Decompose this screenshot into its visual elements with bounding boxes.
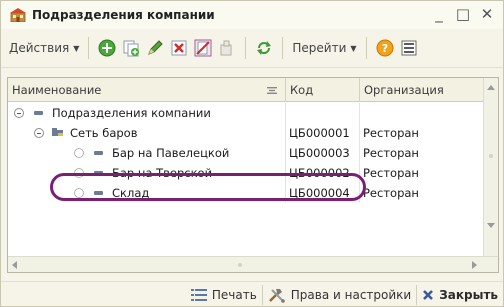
edit-icon[interactable] [145, 38, 165, 58]
mark-delete-icon[interactable] [193, 38, 213, 58]
row-name: Бар на Павелецкой [112, 146, 230, 160]
catalog-table[interactable]: Наименование Код Организация Подразделен… [7, 77, 499, 273]
settings-list-icon[interactable] [399, 38, 419, 58]
print-list-icon [190, 288, 207, 301]
table-row[interactable]: Бар на Павелецкой ЦБ000003 Ресторан [8, 143, 483, 163]
table-row[interactable]: Сеть баров ЦБ000001 Ресторан [8, 123, 483, 143]
row-name: Сеть баров [70, 126, 138, 140]
item-icon [94, 171, 103, 175]
column-header-name[interactable]: Наименование [8, 78, 286, 102]
svg-text:?: ? [381, 42, 387, 55]
vertical-scrollbar[interactable] [483, 78, 498, 258]
row-code [286, 103, 360, 123]
scroll-left-icon[interactable] [12, 261, 17, 269]
row-name: Подразделения компании [52, 106, 211, 120]
toolbar-divider [365, 37, 367, 59]
actions-menu-button[interactable]: Действия ▼ [6, 36, 82, 60]
row-code: ЦБ000001 [286, 123, 360, 143]
column-header-code[interactable]: Код [286, 78, 360, 102]
scroll-thumb-grip [489, 154, 493, 158]
title-bar: Подразделения компании _ □ ✕ [1, 1, 503, 29]
minimize-button[interactable]: _ [431, 5, 447, 23]
chevron-down-icon: ▼ [73, 43, 80, 53]
close-label: Закрыть [439, 287, 498, 302]
close-button[interactable]: Закрыть [417, 284, 503, 306]
catalog-icon [10, 8, 26, 22]
column-header-organization[interactable]: Организация [360, 78, 483, 102]
window-title: Подразделения компании [32, 8, 215, 22]
toolbar: Действия ▼ Перейти ▼ ? [1, 29, 503, 68]
rights-settings-button[interactable]: Права и настройки [263, 284, 416, 306]
close-icon [423, 289, 434, 300]
bottom-bar: Печать Права и настройки Закрыть [1, 281, 503, 307]
table-body: Подразделения компании Сеть баров ЦБ0000… [8, 103, 483, 203]
row-name: Бар на Тверской [112, 166, 213, 180]
row-code: ЦБ000002 [286, 163, 360, 183]
tools-icon [268, 288, 285, 303]
scroll-thumb-grip [238, 263, 242, 267]
row-org [360, 103, 483, 123]
sort-icon [267, 87, 277, 94]
row-name: Склад [112, 186, 150, 200]
delete-icon[interactable] [169, 38, 189, 58]
table-header: Наименование Код Организация [8, 78, 483, 102]
table-row[interactable]: Подразделения компании [8, 103, 483, 123]
close-window-button[interactable]: ✕ [479, 5, 495, 23]
scroll-up-icon[interactable] [487, 85, 495, 90]
row-org: Ресторан [363, 146, 419, 160]
leaf-marker-icon [74, 168, 84, 178]
collapse-icon[interactable] [14, 108, 24, 118]
collapse-icon[interactable] [34, 128, 44, 138]
row-code: ЦБ000003 [286, 143, 360, 163]
scroll-right-icon[interactable] [472, 261, 477, 269]
hierarchy-icon[interactable] [217, 38, 237, 58]
copy-icon[interactable] [121, 38, 141, 58]
toolbar-divider [282, 37, 284, 59]
leaf-marker-icon [74, 188, 84, 198]
toolbar-divider [245, 37, 247, 59]
toolbar-divider [88, 37, 90, 59]
table-row[interactable]: Склад ЦБ000004 Ресторан [8, 183, 483, 203]
horizontal-scrollbar[interactable] [8, 256, 498, 272]
row-code: ЦБ000004 [286, 183, 360, 203]
chevron-down-icon: ▼ [350, 43, 357, 53]
catalog-window: Подразделения компании _ □ ✕ Действия ▼ [0, 0, 504, 307]
print-button[interactable]: Печать [186, 284, 262, 306]
add-icon[interactable] [97, 38, 117, 58]
leaf-marker-icon [74, 148, 84, 158]
actions-label: Действия [9, 41, 70, 55]
table-row-highlighted[interactable]: Бар на Тверской ЦБ000002 Ресторан [8, 163, 483, 183]
maximize-button[interactable]: □ [455, 5, 471, 23]
rights-label: Права и настройки [290, 287, 412, 302]
help-icon[interactable]: ? [375, 38, 395, 58]
goto-menu-button[interactable]: Перейти ▼ [289, 36, 359, 60]
item-icon [94, 151, 103, 155]
goto-label: Перейти [292, 41, 347, 55]
folder-icon [52, 128, 63, 136]
row-org: Ресторан [363, 186, 419, 200]
scroll-down-icon[interactable] [487, 223, 495, 228]
row-org: Ресторан [363, 126, 419, 140]
refresh-icon[interactable] [254, 38, 274, 58]
item-icon [94, 191, 103, 195]
print-label: Печать [211, 287, 257, 302]
group-item-icon [34, 111, 43, 115]
row-org: Ресторан [363, 166, 419, 180]
